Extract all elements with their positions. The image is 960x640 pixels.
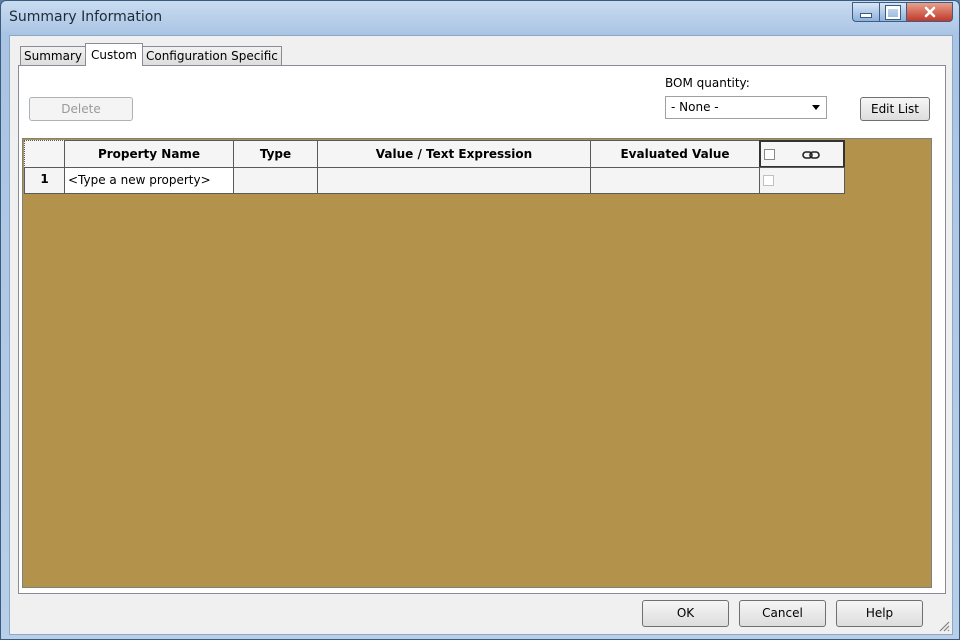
minimize-button[interactable]	[852, 2, 880, 22]
evaluated-value-cell	[590, 167, 760, 194]
chain-link-icon	[802, 151, 820, 159]
dropdown-arrow-icon	[812, 105, 820, 110]
tab-summary[interactable]: Summary	[20, 46, 86, 66]
tab-configuration-specific[interactable]: Configuration Specific	[141, 46, 282, 66]
tab-custom[interactable]: Custom	[85, 43, 143, 66]
row-number[interactable]: 1	[24, 167, 65, 194]
properties-grid: Property Name Type Value / Text Expressi…	[22, 138, 932, 588]
property-name-cell[interactable]: <Type a new property>	[64, 167, 234, 194]
close-icon	[924, 6, 935, 18]
bom-quantity-label: BOM quantity:	[665, 76, 750, 90]
dialog-client-area: Summary Custom Configuration Specific De…	[9, 35, 953, 635]
grid-corner-header[interactable]	[24, 140, 65, 168]
maximize-icon	[886, 5, 900, 19]
resize-grip-icon[interactable]	[938, 620, 950, 632]
minimize-icon	[860, 12, 872, 18]
delete-button[interactable]: Delete	[29, 97, 133, 121]
title-bar[interactable]: Summary Information	[1, 1, 959, 33]
dialog-footer: OK Cancel Help	[10, 594, 952, 634]
custom-tab-panel: Delete BOM quantity: - None - Edit List …	[18, 65, 946, 594]
window-title: Summary Information	[9, 9, 163, 25]
tab-strip: Summary Custom Configuration Specific	[20, 43, 282, 66]
value-text-expression-cell[interactable]	[317, 167, 591, 194]
link-cell	[759, 167, 845, 194]
row-link-checkbox[interactable]	[763, 175, 774, 186]
column-header-value-text-expression[interactable]: Value / Text Expression	[317, 140, 591, 168]
column-header-type[interactable]: Type	[233, 140, 318, 168]
type-cell[interactable]	[233, 167, 318, 194]
ok-button[interactable]: OK	[642, 600, 729, 627]
edit-list-button[interactable]: Edit List	[860, 97, 930, 121]
dialog-window: Summary Information Summary Custom Confi…	[0, 0, 960, 640]
cancel-button[interactable]: Cancel	[739, 600, 826, 627]
column-header-link	[759, 140, 845, 168]
bom-quantity-value: - None -	[671, 100, 719, 114]
bom-quantity-dropdown[interactable]: - None -	[665, 96, 827, 119]
header-select-all-checkbox[interactable]	[764, 149, 775, 160]
maximize-button[interactable]	[880, 2, 907, 22]
window-controls	[852, 2, 953, 22]
help-button[interactable]: Help	[836, 600, 923, 627]
column-header-evaluated-value[interactable]: Evaluated Value	[590, 140, 760, 168]
close-button[interactable]	[907, 2, 953, 22]
column-header-property-name[interactable]: Property Name	[64, 140, 234, 168]
